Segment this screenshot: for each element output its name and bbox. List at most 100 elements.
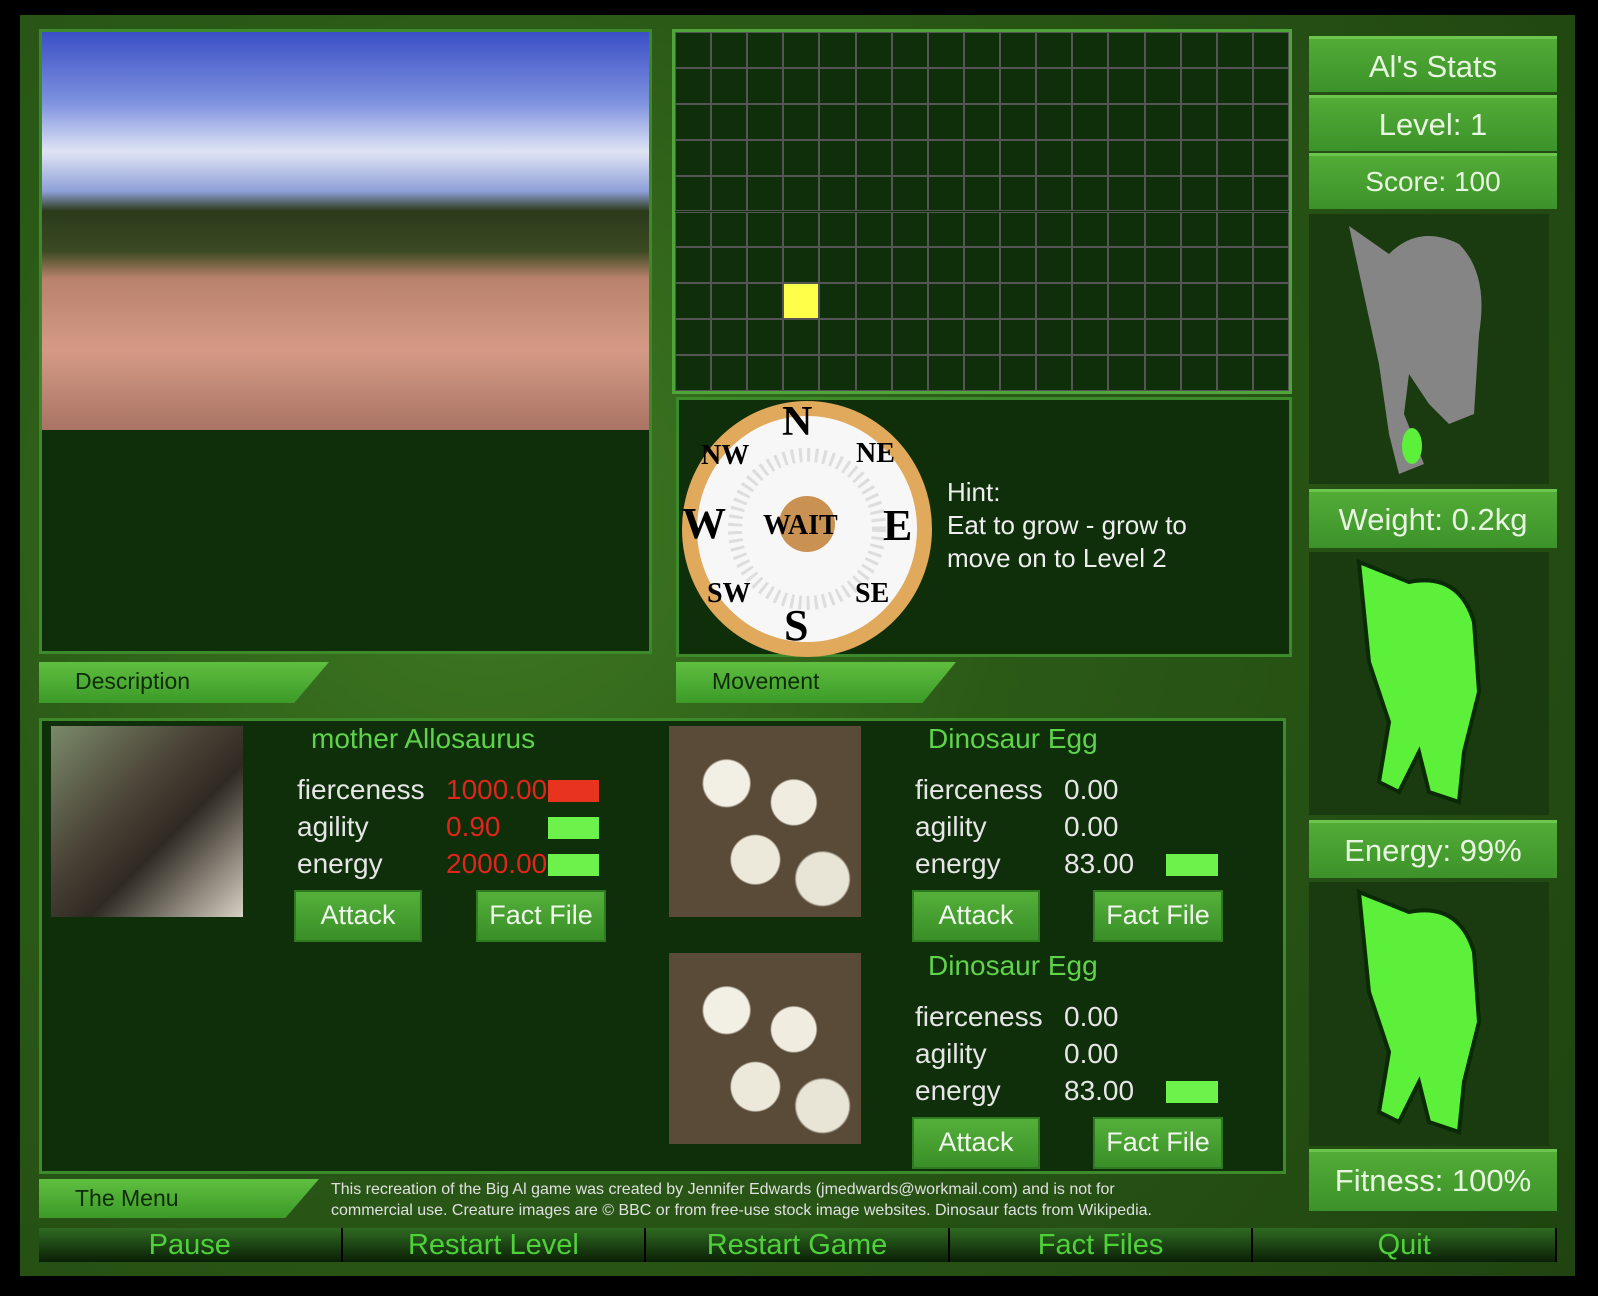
map-cell[interactable] [747,139,784,176]
fact-file-button[interactable]: Fact File [1093,1117,1223,1169]
attack-button[interactable]: Attack [912,1117,1040,1169]
map-cell[interactable] [747,319,784,356]
map-cell[interactable] [711,32,748,68]
map-cell[interactable] [1216,247,1253,284]
map-cell[interactable] [1144,247,1181,284]
map-cell[interactable] [1108,67,1145,104]
map-cell[interactable] [1000,247,1037,284]
map-cell[interactable] [783,103,820,140]
map-cell[interactable] [891,319,928,356]
map-cell[interactable] [1072,283,1109,320]
map-cell[interactable] [783,32,820,68]
compass-sw[interactable]: SW [707,578,751,610]
map-cell[interactable] [1180,139,1217,176]
map-cell[interactable] [891,175,928,212]
map-cell[interactable] [1072,319,1109,356]
map-cell[interactable] [675,319,712,356]
map-cell[interactable] [963,139,1001,176]
map-cell[interactable] [1144,32,1181,68]
map-cell[interactable] [711,283,748,320]
map-cell[interactable] [1036,32,1073,68]
compass-nw[interactable]: NW [701,440,749,472]
map-cell[interactable] [1000,32,1037,68]
map-cell[interactable] [1144,103,1181,140]
map-cell[interactable] [1036,211,1073,248]
map-cell[interactable] [891,283,928,320]
map-cell[interactable] [1180,247,1217,284]
fact-file-button[interactable]: Fact File [1093,890,1223,942]
map-cell[interactable] [819,319,856,356]
map-cell[interactable] [783,247,820,284]
map-cell[interactable] [927,175,964,212]
compass-e[interactable]: E [883,500,912,551]
nav-restart-game-button[interactable]: Restart Game [646,1228,950,1262]
map-cell[interactable] [819,175,856,212]
map-cell[interactable] [891,67,928,104]
map-cell[interactable] [1216,103,1253,140]
map-cell[interactable] [819,103,856,140]
map-cell[interactable] [747,355,784,391]
map-cell[interactable] [1072,175,1109,212]
map-cell[interactable] [963,211,1001,248]
map-cell[interactable] [1108,103,1145,140]
map-cell[interactable] [927,247,964,284]
map-cell[interactable] [891,355,928,391]
map-cell[interactable] [963,247,1001,284]
map-cell[interactable] [783,355,820,391]
map-cell[interactable] [1108,139,1145,176]
map-cell[interactable] [747,175,784,212]
map-cell[interactable] [891,139,928,176]
map-cell[interactable] [963,32,1001,68]
map-cell[interactable] [927,67,964,104]
map-cell[interactable] [963,355,1001,391]
map-cell[interactable] [1252,319,1289,356]
map-cell[interactable] [1180,211,1217,248]
movement-tab[interactable]: Movement [676,662,956,703]
map-cell[interactable] [1252,175,1289,212]
map-cell[interactable] [1252,32,1289,68]
description-tab[interactable]: Description [39,662,329,703]
nav-fact-files-button[interactable]: Fact Files [949,1228,1254,1262]
map-cell[interactable] [1252,103,1289,140]
map-cell[interactable] [855,67,892,104]
map-cell[interactable] [891,32,928,68]
map-cell[interactable] [1180,175,1217,212]
map-cell[interactable] [1036,355,1073,391]
map-cell[interactable] [1000,319,1037,356]
map-cell[interactable] [963,283,1001,320]
map-cell[interactable] [927,32,964,68]
map-cell[interactable] [1108,32,1145,68]
map-cell[interactable] [747,247,784,284]
nav-restart-level-button[interactable]: Restart Level [342,1228,647,1262]
map-cell[interactable] [783,67,820,104]
map-cell[interactable] [855,211,892,248]
map-cell[interactable] [675,103,712,140]
map-cell[interactable] [1144,319,1181,356]
map-cell[interactable] [1144,283,1181,320]
map-cell[interactable] [1180,319,1217,356]
map-cell[interactable] [819,32,856,68]
map-cell[interactable] [675,67,712,104]
map-cell[interactable] [1108,247,1145,284]
map-cell[interactable] [855,139,892,176]
compass-ne[interactable]: NE [856,438,895,470]
map-cell[interactable] [1108,175,1145,212]
map-cell[interactable] [1144,139,1181,176]
map-cell[interactable] [675,283,712,320]
map-cell[interactable] [675,247,712,284]
map-cell[interactable] [819,355,856,391]
map-cell[interactable] [1000,139,1037,176]
fact-file-button[interactable]: Fact File [476,890,606,942]
map-cell[interactable] [1144,67,1181,104]
wait-button[interactable]: WAIT [763,510,838,542]
map-cell[interactable] [711,355,748,391]
map-cell[interactable] [855,319,892,356]
map-cell[interactable] [747,67,784,104]
map-cell[interactable] [1036,283,1073,320]
map-cell[interactable] [711,175,748,212]
map-cell[interactable] [819,211,856,248]
map-cell[interactable] [1072,67,1109,104]
map-cell[interactable] [1180,283,1217,320]
compass-n[interactable]: N [782,398,812,446]
map-cell[interactable] [711,247,748,284]
